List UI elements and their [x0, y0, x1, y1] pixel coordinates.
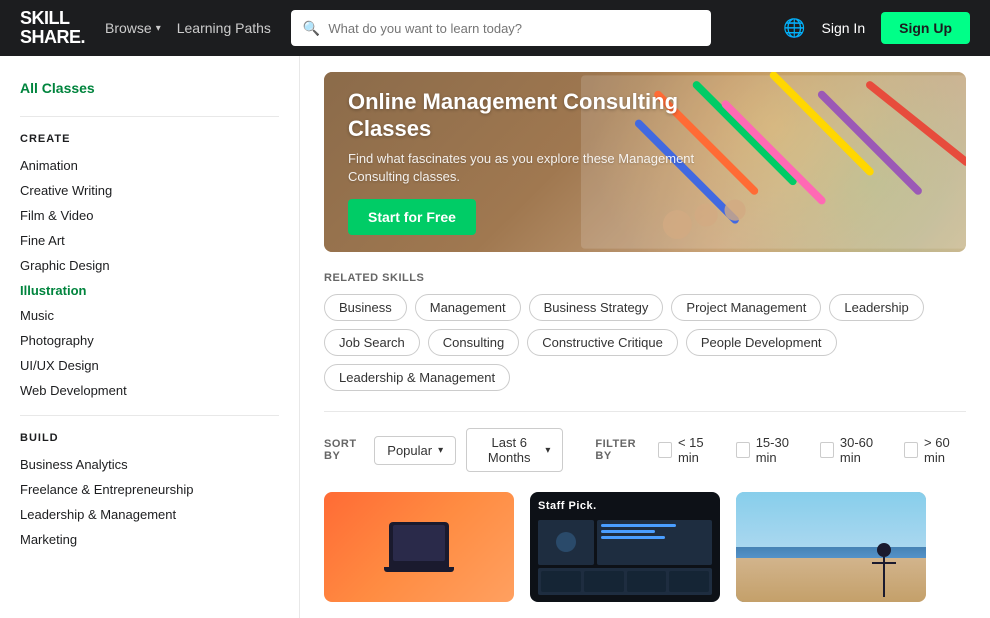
checkbox-60min-box: [904, 442, 918, 458]
skill-tag-consulting[interactable]: Consulting: [428, 329, 519, 356]
browse-chevron-icon: ▾: [156, 23, 161, 34]
duration-checkboxes: < 15 min 15-30 min 30-60 min > 60 min: [658, 435, 966, 465]
sign-in-button[interactable]: Sign In: [822, 20, 866, 36]
sidebar-section-build: BUILD: [20, 432, 279, 444]
skill-tag-management[interactable]: Management: [415, 294, 521, 321]
sidebar-item-music[interactable]: Music: [20, 303, 279, 328]
sort-chevron-icon: ▾: [438, 445, 443, 456]
header-right: 🌐 Sign In Sign Up: [783, 12, 970, 44]
nav: Browse ▾ Learning Paths: [105, 20, 271, 36]
sidebar-item-photography[interactable]: Photography: [20, 328, 279, 353]
main-container: All Classes CREATE Animation Creative Wr…: [0, 56, 990, 618]
skill-tag-business[interactable]: Business: [324, 294, 407, 321]
skill-tag-people-development[interactable]: People Development: [686, 329, 837, 356]
course-card-1[interactable]: [324, 492, 514, 602]
hero-title: Online Management Consulting Classes: [348, 89, 701, 142]
skill-tag-leadership[interactable]: Leadership: [829, 294, 923, 321]
checkbox-15-30min-box: [736, 442, 750, 458]
skill-tag-leadership-management[interactable]: Leadership & Management: [324, 364, 510, 391]
checkbox-15-30min[interactable]: 15-30 min: [736, 435, 804, 465]
sidebar-item-ui-ux-design[interactable]: UI/UX Design: [20, 353, 279, 378]
globe-icon[interactable]: 🌐: [783, 18, 805, 39]
browse-nav[interactable]: Browse ▾: [105, 20, 161, 36]
checkbox-30-60min-box: [820, 442, 834, 458]
filter-divider: [324, 411, 966, 412]
skill-tag-job-search[interactable]: Job Search: [324, 329, 420, 356]
search-bar: 🔍: [291, 10, 711, 46]
content-area: Online Management Consulting Classes Fin…: [300, 56, 990, 618]
learning-paths-nav[interactable]: Learning Paths: [177, 20, 271, 36]
filter-by-label: FILTER BY: [595, 438, 648, 462]
staff-pick-badge: Staff Pick.: [538, 500, 597, 512]
strategy-visualization: [538, 520, 712, 595]
sidebar-item-leadership-management[interactable]: Leadership & Management: [20, 502, 279, 527]
sidebar-item-freelance-entrepreneurship[interactable]: Freelance & Entrepreneurship: [20, 477, 279, 502]
sidebar-item-business-analytics[interactable]: Business Analytics: [20, 452, 279, 477]
logo[interactable]: SKILL SHARE.: [20, 9, 85, 47]
laptop-screen: [393, 525, 445, 561]
filter-bar: SORT BY Popular ▾ Last 6 Months ▾ FILTER…: [324, 428, 966, 472]
related-skills-section: RELATED SKILLS Business Management Busin…: [324, 272, 966, 391]
checkbox-30-60min[interactable]: 30-60 min: [820, 435, 888, 465]
logo-share: SHARE.: [20, 28, 85, 47]
sidebar-divider: [20, 116, 279, 117]
checkbox-60min[interactable]: > 60 min: [904, 435, 966, 465]
laptop-icon: [389, 522, 449, 567]
sort-by-label: SORT BY: [324, 438, 364, 462]
laptop-illustration: [384, 522, 454, 572]
sidebar-item-web-development[interactable]: Web Development: [20, 378, 279, 403]
course-card-2[interactable]: Staff Pick.: [530, 492, 720, 602]
all-classes-link[interactable]: All Classes: [20, 80, 279, 96]
header: SKILL SHARE. Browse ▾ Learning Paths 🔍 🌐…: [0, 0, 990, 56]
checkbox-15min[interactable]: < 15 min: [658, 435, 720, 465]
date-filter-dropdown[interactable]: Last 6 Months ▾: [466, 428, 563, 472]
date-chevron-icon: ▾: [545, 445, 550, 456]
sidebar-divider-2: [20, 415, 279, 416]
course-cards-row: Staff Pick.: [324, 492, 966, 602]
skills-tags: Business Management Business Strategy Pr…: [324, 294, 966, 391]
laptop-base: [384, 567, 454, 572]
checkbox-15min-box: [658, 442, 672, 458]
sidebar-item-graphic-design[interactable]: Graphic Design: [20, 253, 279, 278]
hero-text: Online Management Consulting Classes Fin…: [348, 72, 701, 252]
sidebar-item-creative-writing[interactable]: Creative Writing: [20, 178, 279, 203]
sidebar-item-marketing[interactable]: Marketing: [20, 527, 279, 552]
sidebar-item-animation[interactable]: Animation: [20, 153, 279, 178]
related-skills-label: RELATED SKILLS: [324, 272, 966, 284]
course-card-3[interactable]: [736, 492, 926, 602]
person-silhouette: [872, 543, 896, 597]
sidebar-item-fine-art[interactable]: Fine Art: [20, 228, 279, 253]
sidebar-section-create: CREATE: [20, 133, 279, 145]
start-for-free-button[interactable]: Start for Free: [348, 199, 476, 235]
skill-tag-constructive-critique[interactable]: Constructive Critique: [527, 329, 678, 356]
sign-up-button[interactable]: Sign Up: [881, 12, 970, 44]
beach-sand: [736, 558, 926, 602]
sort-popular-dropdown[interactable]: Popular ▾: [374, 436, 456, 465]
sort-by-group: SORT BY Popular ▾ Last 6 Months ▾: [324, 428, 563, 472]
sidebar-item-film-video[interactable]: Film & Video: [20, 203, 279, 228]
hero-subtitle: Find what fascinates you as you explore …: [348, 150, 701, 186]
logo-skill: SKILL: [20, 9, 85, 28]
skill-tag-business-strategy[interactable]: Business Strategy: [529, 294, 664, 321]
sidebar: All Classes CREATE Animation Creative Wr…: [0, 56, 300, 618]
filter-by-group: FILTER BY < 15 min 15-30 min 30-60 min: [595, 435, 966, 465]
hero-banner[interactable]: Online Management Consulting Classes Fin…: [324, 72, 966, 252]
sidebar-item-illustration[interactable]: Illustration: [20, 278, 279, 303]
skill-tag-project-management[interactable]: Project Management: [671, 294, 821, 321]
search-icon: 🔍: [303, 20, 320, 37]
search-input[interactable]: [328, 21, 699, 36]
